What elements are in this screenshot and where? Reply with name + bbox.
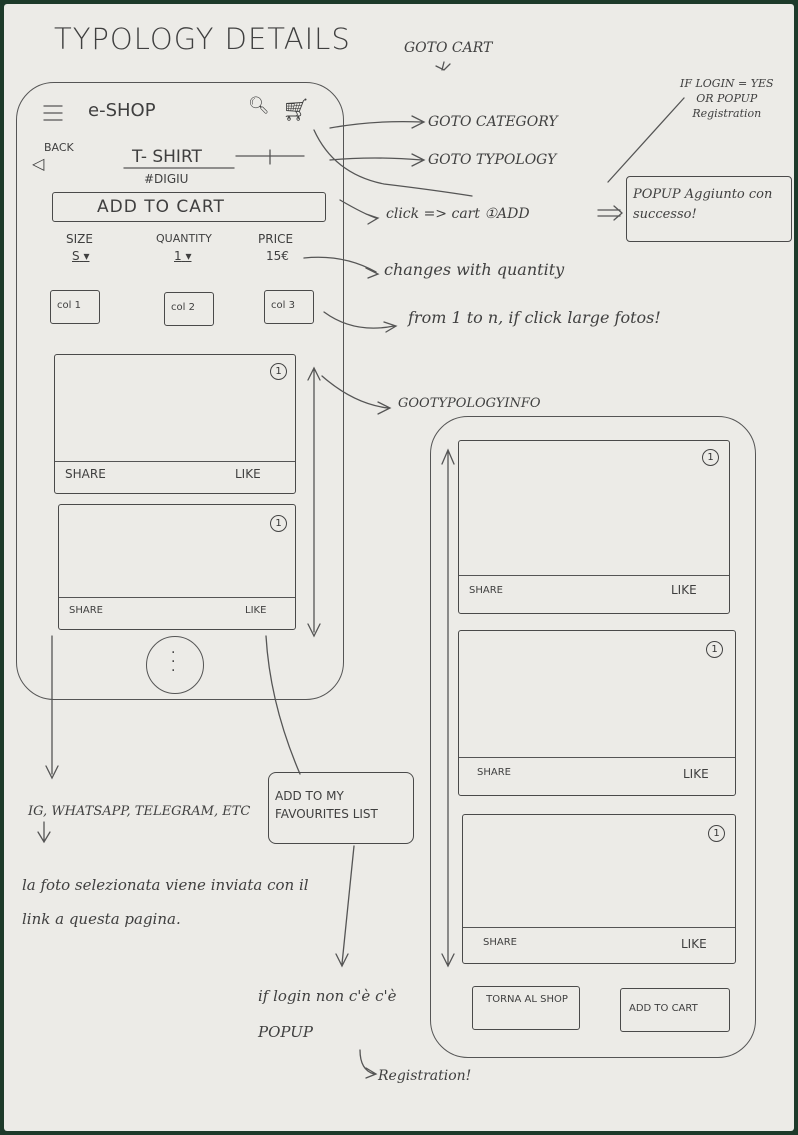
like-button[interactable]: LIKE xyxy=(671,583,697,597)
add-favourites-note-text: ADD TO MY FAVOURITES LIST xyxy=(275,789,378,821)
photo-card[interactable]: 1 SHARE LIKE xyxy=(58,504,296,630)
note-goto-category: GOTO CATEGORY xyxy=(428,114,558,130)
size-chevron-down-icon: ▾ xyxy=(83,249,90,263)
sketch-paper: TYPOLOGY DETAILS GOTO CART IF LOGIN = YE… xyxy=(4,4,794,1131)
add-to-cart-button[interactable]: ADD TO CART xyxy=(52,192,326,222)
note-click-cart: click => cart ①ADD xyxy=(386,206,530,222)
note-photos: from 1 to n, if click large fotos! xyxy=(408,308,661,327)
color-button-1[interactable]: col 1 xyxy=(50,290,100,324)
note-goto-cart: GOTO CART xyxy=(404,40,493,56)
add-to-cart-label: ADD TO CART xyxy=(97,197,225,217)
share-button[interactable]: SHARE xyxy=(69,605,103,616)
like-button[interactable]: LIKE xyxy=(245,605,266,616)
note-goto-typology-info: GOOTYPOLOGYINFO xyxy=(398,396,541,411)
add-to-cart-label: ADD TO CART xyxy=(629,1003,698,1014)
photo-card[interactable]: 1 SHARE LIKE xyxy=(462,814,736,964)
back-to-shop-label: TORNA AL SHOP xyxy=(486,994,568,1005)
back-to-shop-button[interactable]: TORNA AL SHOP xyxy=(472,986,580,1030)
quantity-chevron-down-icon: ▾ xyxy=(185,249,192,263)
size-value: S xyxy=(72,249,80,263)
photo-card[interactable]: 1 SHARE LIKE xyxy=(54,354,296,494)
photo-counter-badge: 1 xyxy=(270,363,287,380)
size-label: SIZE xyxy=(66,232,93,246)
quantity-select[interactable]: 1 ▾ xyxy=(174,249,192,263)
note-login-popup: if login non c'è c'è POPUP xyxy=(258,987,397,1041)
back-label[interactable]: BACK xyxy=(44,141,74,154)
quantity-label: QUANTITY xyxy=(156,232,212,245)
quantity-value: 1 xyxy=(174,249,182,263)
menu-icon[interactable] xyxy=(40,100,66,124)
photo-image[interactable] xyxy=(459,631,735,758)
product-title: T- SHIRT xyxy=(132,147,202,167)
photo-card[interactable]: 1 SHARE LIKE xyxy=(458,440,730,614)
like-button[interactable]: LIKE xyxy=(681,937,707,951)
popup-note-box: POPUP Aggiunto con successo! xyxy=(626,176,792,242)
note-registration: Registration! xyxy=(378,1068,472,1084)
price-label: PRICE xyxy=(258,232,294,246)
photo-image[interactable] xyxy=(55,355,295,462)
more-dots-icon: · · · xyxy=(171,645,176,679)
photo-image[interactable] xyxy=(59,505,295,598)
photo-card[interactable]: 1 SHARE LIKE xyxy=(458,630,736,796)
photo-counter-badge: 1 xyxy=(708,825,725,842)
home-button[interactable]: · · · xyxy=(146,636,204,694)
note-change-quantity: changes with quantity xyxy=(384,260,565,279)
app-name: e-SHOP xyxy=(88,100,156,121)
search-icon[interactable]: 🔍︎ xyxy=(248,96,270,116)
note-share-description: la foto selezionata viene inviata con il… xyxy=(22,876,309,928)
color-button-3-label: col 3 xyxy=(271,300,295,311)
cart-icon[interactable]: 🛒︎ xyxy=(282,98,310,123)
photo-image[interactable] xyxy=(463,815,735,928)
price-value: 15€ xyxy=(266,249,289,263)
popup-note-text: POPUP Aggiunto con successo! xyxy=(633,187,773,222)
note-popup-login: IF LOGIN = YES OR POPUP Registration xyxy=(680,77,774,120)
photo-image[interactable] xyxy=(459,441,729,576)
share-button[interactable]: SHARE xyxy=(483,937,517,948)
size-select[interactable]: S ▾ xyxy=(72,249,89,263)
note-share-list: IG, WHATSAPP, TELEGRAM, ETC xyxy=(28,804,251,819)
photo-counter-badge: 1 xyxy=(702,449,719,466)
add-favourites-note-box: ADD TO MY FAVOURITES LIST xyxy=(268,772,414,844)
photo-counter-badge: 1 xyxy=(270,515,287,532)
like-button[interactable]: LIKE xyxy=(235,467,261,481)
page-title: TYPOLOGY DETAILS xyxy=(54,22,351,56)
back-arrow-icon[interactable]: ◁ xyxy=(32,154,44,173)
photo-counter-badge: 1 xyxy=(706,641,723,658)
share-button[interactable]: SHARE xyxy=(469,585,503,596)
color-button-3[interactable]: col 3 xyxy=(264,290,314,324)
color-button-1-label: col 1 xyxy=(57,300,81,311)
add-to-cart-button[interactable]: ADD TO CART xyxy=(620,988,730,1032)
color-button-2-label: col 2 xyxy=(171,302,195,313)
color-button-2[interactable]: col 2 xyxy=(164,292,214,326)
like-button[interactable]: LIKE xyxy=(683,767,709,781)
note-goto-typology: GOTO TYPOLOGY xyxy=(428,152,557,168)
share-button[interactable]: SHARE xyxy=(477,767,511,778)
product-code: #DIGIU xyxy=(144,172,189,186)
share-button[interactable]: SHARE xyxy=(65,467,106,481)
